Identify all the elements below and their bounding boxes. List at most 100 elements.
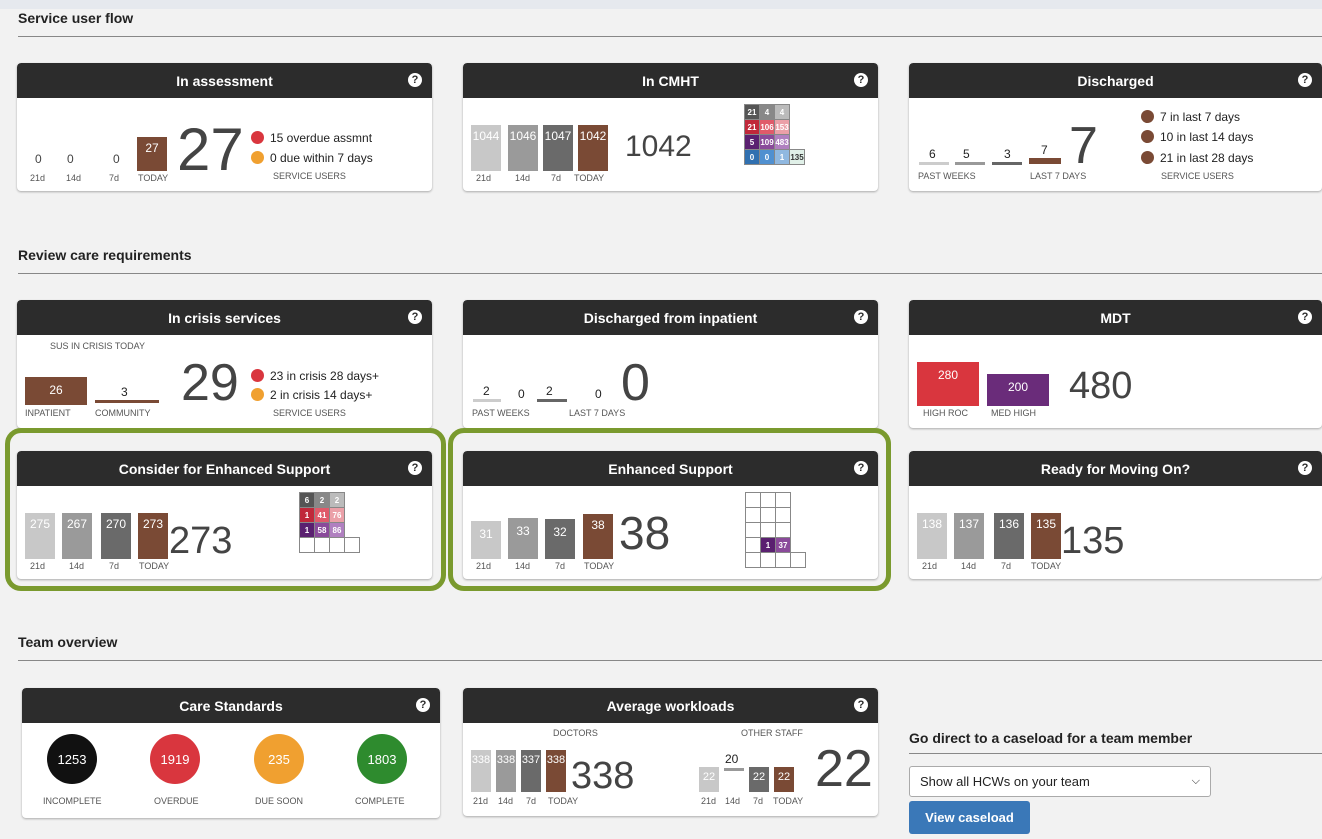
bar-14d: 267: [62, 513, 92, 559]
orange-dot-icon: [251, 388, 264, 401]
bar-today: 273: [138, 513, 168, 559]
card-header: In assessment?: [17, 63, 432, 98]
help-icon[interactable]: ?: [1298, 461, 1312, 475]
label-last-7: LAST 7 DAYS: [569, 408, 626, 418]
value-21d: 0: [35, 152, 42, 166]
card-mdt[interactable]: MDT? 280 200 HIGH ROC MED HIGH 480: [909, 300, 1322, 428]
card-in-assessment[interactable]: In assessment? 0 0 0 27 21d 14d 7d TODAY…: [17, 63, 432, 191]
incomplete-circle[interactable]: 1253: [47, 734, 97, 784]
label-today: TODAY: [1031, 561, 1062, 571]
card-title: Care Standards: [179, 697, 283, 714]
card-header: Average workloads?: [463, 688, 878, 723]
label-community: COMMUNITY: [95, 408, 151, 418]
section-team-overview: Team overview: [18, 634, 1322, 661]
bar-21d: 31: [471, 521, 501, 559]
help-icon[interactable]: ?: [416, 698, 430, 712]
label-21d: 21d: [30, 561, 46, 571]
risk-grid: 1 37: [745, 492, 806, 568]
doc-bar-14d: 338: [496, 750, 516, 792]
oth-bar-today: 22: [774, 767, 794, 792]
big-number: 38: [619, 507, 671, 559]
label-7d: 7d: [1001, 561, 1012, 571]
big-number: 273: [169, 520, 233, 562]
bar-21d: 275: [25, 513, 55, 559]
label-14d: 14d: [515, 561, 531, 571]
view-caseload-button[interactable]: View caseload: [909, 801, 1030, 834]
select-value: Show all HCWs on your team: [920, 774, 1090, 789]
bar-21d: 1044: [471, 125, 501, 171]
help-icon[interactable]: ?: [1298, 310, 1312, 324]
value-7d: 0: [113, 152, 120, 166]
label-21d: 21d: [473, 796, 489, 806]
brown-dot-icon: [1141, 130, 1154, 143]
label-today: TODAY: [574, 173, 605, 183]
card-ready-moving-on[interactable]: Ready for Moving On?? 138 137 136 135 21…: [909, 451, 1322, 579]
help-icon[interactable]: ?: [408, 461, 422, 475]
card-title: Discharged: [1077, 72, 1154, 89]
label-21d: 21d: [476, 561, 492, 571]
label-today: TODAY: [138, 173, 169, 183]
card-header: Discharged from inpatient?: [463, 300, 878, 335]
overdue-circle[interactable]: 1919: [150, 734, 200, 784]
help-icon[interactable]: ?: [854, 698, 868, 712]
label-med-high: MED HIGH: [991, 408, 1036, 418]
week-2: 5: [963, 147, 970, 161]
card-care-standards[interactable]: Care Standards? 1253 1919 235 1803 INCOM…: [22, 688, 440, 818]
card-consider-enhanced[interactable]: Consider for Enhanced Support? 275 267 2…: [17, 451, 432, 579]
label-14d: 14d: [498, 796, 514, 806]
doc-bar-7d: 337: [521, 750, 541, 792]
risk-grid: 21 4 4 21 106 153 5 109 483 0 0 1 135: [744, 104, 805, 165]
help-icon[interactable]: ?: [854, 310, 868, 324]
due-soon-circle[interactable]: 235: [254, 734, 304, 784]
oth-big-number: 22: [815, 740, 873, 798]
week-4: 7: [1041, 143, 1048, 157]
label-incomplete: INCOMPLETE: [43, 796, 102, 806]
oth-bar-21d: 22: [699, 767, 719, 792]
legend-due: 0 due within 7 days: [270, 151, 373, 165]
help-icon[interactable]: ?: [854, 461, 868, 475]
complete-circle[interactable]: 1803: [357, 734, 407, 784]
card-header: Care Standards?: [22, 688, 440, 723]
week-3: 2: [546, 384, 553, 398]
label-14d: 14d: [66, 173, 82, 183]
label-7d: 7d: [551, 173, 562, 183]
label-7d: 7d: [753, 796, 764, 806]
label-high-roc: HIGH ROC: [923, 408, 968, 418]
orange-dot-icon: [251, 151, 264, 164]
card-in-cmht[interactable]: In CMHT? 1044 1046 1047 1042 21d 14d 7d …: [463, 63, 878, 191]
hcw-select[interactable]: Show all HCWs on your team ⌵: [909, 766, 1211, 797]
help-icon[interactable]: ?: [1298, 73, 1312, 87]
legend-footer: SERVICE USERS: [273, 408, 346, 418]
card-title: Consider for Enhanced Support: [118, 460, 331, 477]
label-sus-in-crisis: SUS IN CRISIS TODAY: [50, 341, 146, 351]
label-14d: 14d: [725, 796, 741, 806]
oth-bar-7d: 22: [749, 767, 769, 792]
card-header: Consider for Enhanced Support?: [17, 451, 432, 486]
community-value: 3: [121, 385, 128, 399]
doc-bar-today: 338: [546, 750, 566, 792]
bar-today: 1042: [578, 125, 608, 171]
label-7d: 7d: [109, 173, 120, 183]
card-average-workloads[interactable]: Average workloads? DOCTORS OTHER STAFF 3…: [463, 688, 878, 816]
bar-21d: 138: [917, 513, 947, 559]
label-7d: 7d: [526, 796, 537, 806]
label-today: TODAY: [773, 796, 804, 806]
card-enhanced-support[interactable]: Enhanced Support? 31 33 32 38 21d 14d 7d…: [463, 451, 878, 579]
help-icon[interactable]: ?: [408, 310, 422, 324]
legend-14: 10 in last 14 days: [1160, 130, 1254, 144]
card-discharged[interactable]: Discharged? 6 5 3 7 PAST WEEKS LAST 7 DA…: [909, 63, 1322, 191]
help-icon[interactable]: ?: [854, 73, 868, 87]
label-today: TODAY: [584, 561, 615, 571]
label-past-weeks: PAST WEEKS: [472, 408, 530, 418]
card-in-crisis[interactable]: In crisis services? SUS IN CRISIS TODAY …: [17, 300, 432, 428]
help-icon[interactable]: ?: [408, 73, 422, 87]
week-1: 6: [929, 147, 936, 161]
section-review-care: Review care requirements: [18, 247, 1322, 274]
doc-bar-21d: 338: [471, 750, 491, 792]
card-header: Ready for Moving On??: [909, 451, 1322, 486]
brown-dot-icon: [1141, 110, 1154, 123]
section-title: Review care requirements: [18, 247, 192, 263]
big-number: 0: [621, 354, 650, 412]
card-discharged-inpatient[interactable]: Discharged from inpatient? 2 0 2 0 PAST …: [463, 300, 878, 428]
bar-7d: 136: [994, 513, 1024, 559]
